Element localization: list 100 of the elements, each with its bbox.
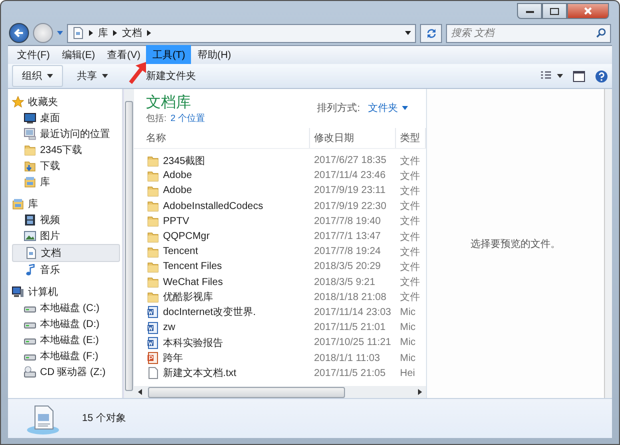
type-cell-text: 文件 [399,214,421,228]
nav-item[interactable]: 最近访问的位置 [12,126,122,142]
file-name[interactable]: docInternet改变世界. [134,305,310,320]
help-icon[interactable] [595,70,608,82]
file-name[interactable]: PPTV [134,215,310,228]
date-cell-text: 2017/7/8 19:24 [313,246,382,258]
close-button[interactable] [567,3,609,19]
library-icon [24,176,36,188]
monitor-icon [24,112,36,124]
menu-item[interactable]: 编辑(E) [56,45,102,65]
scroll-right-icon[interactable] [418,389,422,395]
file-name[interactable]: zw [134,322,310,334]
locations-link[interactable]: 2 个位置 [170,112,206,125]
type-cell-text: 文件 [399,154,421,168]
nav-item[interactable]: 本地磁盘 (F:) [12,348,122,364]
file-name[interactable]: Tencent [134,246,310,258]
date-cell-text: 2017/7/1 13:47 [313,231,382,242]
file-name[interactable]: Adobe [134,184,310,197]
document-stack-icon [26,405,60,435]
type-cell-text: Hei [399,368,416,379]
music-note-icon [24,264,36,276]
chevron-right-icon [147,30,151,36]
file-name[interactable]: Adobe [134,170,310,182]
nav-item[interactable]: CD 驱动器 (Z:) [12,364,122,380]
column-header[interactable]: 修改日期 [310,128,396,148]
address-bar[interactable]: 库 文档 [67,24,416,42]
date-cell-text: 2017/11/5 21:01 [313,322,387,334]
date-cell-text: 2017/11/14 23:03 [313,306,392,318]
nav-item[interactable]: 图片 [12,228,122,244]
minimize-button[interactable] [517,3,542,19]
file-name[interactable]: AdobeInstalledCodecs [134,200,310,212]
nav-item[interactable]: 桌面 [12,110,122,126]
presentation-icon [147,352,159,364]
nav-item[interactable]: 文档 [12,244,120,262]
file-name[interactable]: Tencent Files [134,260,310,273]
breadcrumb[interactable]: 文档 [122,26,142,40]
type-cell-text: 文件 [399,200,421,214]
nav-group[interactable]: 计算机 [12,284,122,300]
sort-dropdown[interactable]: 文件夹 [368,101,408,115]
toolbar-button[interactable]: 共享 [67,65,118,87]
nav-group[interactable]: 库 [12,196,122,212]
date-cell-text: 2018/1/1 11:03 [313,352,381,364]
scrollbar[interactable] [134,386,426,398]
back-button[interactable] [9,23,29,43]
file-name[interactable]: WeChat Files [134,276,310,288]
type-cell-text: Mic [399,322,417,334]
document-icon [72,27,84,39]
type-cell-text: Mic [399,306,417,318]
menu-item[interactable]: 查看(V) [101,45,146,65]
nav-item[interactable]: 下载 [12,158,122,174]
maximize-button[interactable] [542,3,567,19]
nav-item[interactable]: 本地磁盘 (C:) [12,300,122,316]
view-options-icon[interactable] [541,71,563,81]
menu-item[interactable]: 工具(T) [146,45,192,65]
cd-drive-icon [24,366,36,378]
type-cell-text: 文件 [399,246,421,259]
type-cell-text: 文件 [399,184,421,198]
folder-icon [147,215,159,228]
file-name[interactable]: 新建文本文档.txt [134,366,310,380]
folder-icon [147,260,159,273]
refresh-button[interactable] [420,24,442,42]
preview-pane-icon[interactable] [573,70,585,82]
date-cell-text: 2017/9/19 22:30 [313,200,388,212]
breadcrumb[interactable]: 库 [98,26,108,40]
chevron-right-icon [113,30,117,36]
date-cell-text: 2017/6/27 18:35 [313,155,388,166]
date-cell-text: 2018/3/5 9:21 [313,276,376,288]
nav-item[interactable]: 库 [12,174,122,190]
file-name[interactable]: QQPCMgr [134,230,310,243]
nav-group[interactable]: 收藏夹 [12,94,122,110]
word-document-icon [147,322,159,334]
nav-item[interactable]: 视频 [12,212,122,228]
date-cell-text: 2017/11/5 21:05 [313,368,387,379]
computer-window-icon [24,128,36,140]
file-name[interactable]: 跨年 [134,351,310,366]
type-cell-text: 文件 [399,276,421,290]
scrollbar[interactable] [123,89,134,398]
column-header[interactable]: 名称 [134,128,310,148]
nav-item[interactable]: 2345下载 [12,142,122,158]
file-name[interactable]: 本科实验报告 [134,336,310,350]
folder-icon [147,200,159,212]
folder-icon [147,154,159,167]
toolbar-button[interactable]: 新建文件夹 [136,65,206,87]
includes-label: 包括: [146,112,167,125]
menu-item[interactable]: 帮助(H) [191,45,238,65]
scrollbar[interactable] [604,89,612,398]
folder-icon [147,276,159,288]
type-cell-text: 文件 [399,230,421,244]
file-name[interactable]: 2345截图 [134,154,310,168]
word-document-icon [147,336,159,349]
nav-item[interactable]: 音乐 [12,262,122,278]
back-icon [14,28,24,38]
scroll-left-icon[interactable] [138,389,142,395]
file-name[interactable]: 优酷影视库 [134,290,310,304]
toolbar-button[interactable]: 组织 [12,65,63,87]
close-icon [584,7,592,15]
menu-item[interactable]: 文件(F) [11,45,56,65]
dropdown-arrow-icon[interactable] [405,31,411,35]
nav-item[interactable]: 本地磁盘 (D:) [12,316,122,332]
nav-item[interactable]: 本地磁盘 (E:) [12,332,122,348]
